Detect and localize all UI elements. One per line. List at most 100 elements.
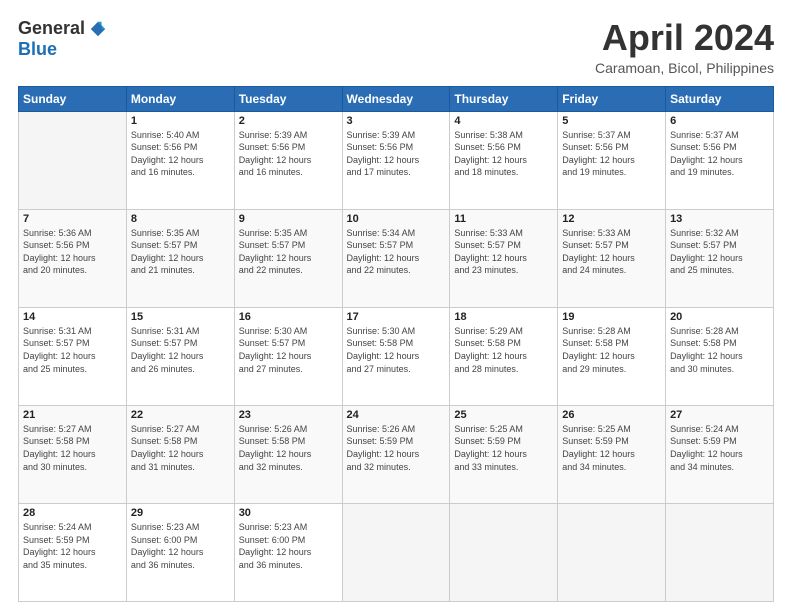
day-number: 17: [347, 311, 446, 323]
day-info: Sunrise: 5:32 AM Sunset: 5:57 PM Dayligh…: [670, 227, 769, 277]
day-number: 10: [347, 213, 446, 225]
day-number: 19: [562, 311, 661, 323]
day-info: Sunrise: 5:37 AM Sunset: 5:56 PM Dayligh…: [562, 129, 661, 179]
day-number: 25: [454, 409, 553, 421]
calendar-week-row: 28 Sunrise: 5:24 AM Sunset: 5:59 PM Dayli…: [19, 503, 774, 601]
day-info: Sunrise: 5:25 AM Sunset: 5:59 PM Dayligh…: [562, 423, 661, 473]
day-number: 16: [239, 311, 338, 323]
calendar-cell: 9 Sunrise: 5:35 AM Sunset: 5:57 PM Daylig…: [234, 209, 342, 307]
day-info: Sunrise: 5:27 AM Sunset: 5:58 PM Dayligh…: [131, 423, 230, 473]
logo-icon: [89, 20, 107, 38]
calendar-day-header: Wednesday: [342, 86, 450, 111]
day-info: Sunrise: 5:31 AM Sunset: 5:57 PM Dayligh…: [131, 325, 230, 375]
day-number: 29: [131, 507, 230, 519]
day-number: 4: [454, 115, 553, 127]
calendar-week-row: 7 Sunrise: 5:36 AM Sunset: 5:56 PM Daylig…: [19, 209, 774, 307]
day-info: Sunrise: 5:37 AM Sunset: 5:56 PM Dayligh…: [670, 129, 769, 179]
day-number: 30: [239, 507, 338, 519]
calendar-cell: 30 Sunrise: 5:23 AM Sunset: 6:00 PM Dayli…: [234, 503, 342, 601]
calendar-cell: 10 Sunrise: 5:34 AM Sunset: 5:57 PM Dayli…: [342, 209, 450, 307]
day-info: Sunrise: 5:28 AM Sunset: 5:58 PM Dayligh…: [670, 325, 769, 375]
day-info: Sunrise: 5:34 AM Sunset: 5:57 PM Dayligh…: [347, 227, 446, 277]
calendar-cell: 24 Sunrise: 5:26 AM Sunset: 5:59 PM Dayli…: [342, 405, 450, 503]
calendar-cell: 18Sunrise: 5:29 AM Sunset: 5:58 PM Dayli…: [450, 307, 558, 405]
calendar-cell: [342, 503, 450, 601]
day-info: Sunrise: 5:24 AM Sunset: 5:59 PM Dayligh…: [670, 423, 769, 473]
calendar-cell: 7 Sunrise: 5:36 AM Sunset: 5:56 PM Daylig…: [19, 209, 127, 307]
calendar-cell: 19 Sunrise: 5:28 AM Sunset: 5:58 PM Dayli…: [558, 307, 666, 405]
day-info: Sunrise: 5:23 AM Sunset: 6:00 PM Dayligh…: [239, 521, 338, 571]
day-info: Sunrise: 5:39 AM Sunset: 5:56 PM Dayligh…: [347, 129, 446, 179]
calendar-day-header: Monday: [126, 86, 234, 111]
day-info: Sunrise: 5:27 AM Sunset: 5:58 PM Dayligh…: [23, 423, 122, 473]
calendar-cell: 20Sunrise: 5:28 AM Sunset: 5:58 PM Dayli…: [666, 307, 774, 405]
day-number: 14: [23, 311, 122, 323]
day-info: Sunrise: 5:38 AM Sunset: 5:56 PM Dayligh…: [454, 129, 553, 179]
day-number: 18: [454, 311, 553, 323]
calendar-cell: 8 Sunrise: 5:35 AM Sunset: 5:57 PM Daylig…: [126, 209, 234, 307]
day-number: 9: [239, 213, 338, 225]
calendar-cell: 17Sunrise: 5:30 AM Sunset: 5:58 PM Dayli…: [342, 307, 450, 405]
location: Caramoan, Bicol, Philippines: [595, 60, 774, 76]
calendar-cell: 4 Sunrise: 5:38 AM Sunset: 5:56 PM Daylig…: [450, 111, 558, 209]
day-number: 1: [131, 115, 230, 127]
calendar-week-row: 14 Sunrise: 5:31 AM Sunset: 5:57 PM Dayli…: [19, 307, 774, 405]
day-info: Sunrise: 5:31 AM Sunset: 5:57 PM Dayligh…: [23, 325, 122, 375]
calendar-cell: 15Sunrise: 5:31 AM Sunset: 5:57 PM Dayli…: [126, 307, 234, 405]
day-info: Sunrise: 5:25 AM Sunset: 5:59 PM Dayligh…: [454, 423, 553, 473]
day-number: 26: [562, 409, 661, 421]
calendar-day-header: Friday: [558, 86, 666, 111]
day-info: Sunrise: 5:35 AM Sunset: 5:57 PM Dayligh…: [131, 227, 230, 277]
calendar-cell: 5 Sunrise: 5:37 AM Sunset: 5:56 PM Daylig…: [558, 111, 666, 209]
day-number: 11: [454, 213, 553, 225]
day-number: 13: [670, 213, 769, 225]
title-block: April 2024 Caramoan, Bicol, Philippines: [595, 18, 774, 76]
calendar-week-row: 21 Sunrise: 5:27 AM Sunset: 5:58 PM Dayli…: [19, 405, 774, 503]
day-number: 27: [670, 409, 769, 421]
page: General Blue April 2024 Caramoan, Bicol,…: [0, 0, 792, 612]
calendar-cell: 14 Sunrise: 5:31 AM Sunset: 5:57 PM Dayli…: [19, 307, 127, 405]
day-number: 3: [347, 115, 446, 127]
day-number: 21: [23, 409, 122, 421]
calendar-cell: 6 Sunrise: 5:37 AM Sunset: 5:56 PM Daylig…: [666, 111, 774, 209]
day-number: 24: [347, 409, 446, 421]
day-info: Sunrise: 5:26 AM Sunset: 5:58 PM Dayligh…: [239, 423, 338, 473]
day-number: 7: [23, 213, 122, 225]
calendar-day-header: Thursday: [450, 86, 558, 111]
day-info: Sunrise: 5:36 AM Sunset: 5:56 PM Dayligh…: [23, 227, 122, 277]
calendar-cell: 26 Sunrise: 5:25 AM Sunset: 5:59 PM Dayli…: [558, 405, 666, 503]
day-number: 22: [131, 409, 230, 421]
calendar-cell: 23Sunrise: 5:26 AM Sunset: 5:58 PM Dayli…: [234, 405, 342, 503]
day-info: Sunrise: 5:35 AM Sunset: 5:57 PM Dayligh…: [239, 227, 338, 277]
day-number: 6: [670, 115, 769, 127]
day-info: Sunrise: 5:33 AM Sunset: 5:57 PM Dayligh…: [562, 227, 661, 277]
calendar-cell: [450, 503, 558, 601]
day-info: Sunrise: 5:24 AM Sunset: 5:59 PM Dayligh…: [23, 521, 122, 571]
calendar-day-header: Sunday: [19, 86, 127, 111]
day-info: Sunrise: 5:33 AM Sunset: 5:57 PM Dayligh…: [454, 227, 553, 277]
calendar-cell: 27 Sunrise: 5:24 AM Sunset: 5:59 PM Dayli…: [666, 405, 774, 503]
logo-general-text: General: [18, 18, 85, 39]
day-number: 28: [23, 507, 122, 519]
calendar-day-header: Tuesday: [234, 86, 342, 111]
day-info: Sunrise: 5:28 AM Sunset: 5:58 PM Dayligh…: [562, 325, 661, 375]
calendar-cell: 29Sunrise: 5:23 AM Sunset: 6:00 PM Dayli…: [126, 503, 234, 601]
calendar-table: SundayMondayTuesdayWednesdayThursdayFrid…: [18, 86, 774, 602]
calendar-day-header: Saturday: [666, 86, 774, 111]
day-info: Sunrise: 5:30 AM Sunset: 5:57 PM Dayligh…: [239, 325, 338, 375]
calendar-week-row: 1Sunrise: 5:40 AM Sunset: 5:56 PM Daylig…: [19, 111, 774, 209]
day-number: 5: [562, 115, 661, 127]
calendar-cell: 28 Sunrise: 5:24 AM Sunset: 5:59 PM Dayli…: [19, 503, 127, 601]
calendar-cell: 3 Sunrise: 5:39 AM Sunset: 5:56 PM Daylig…: [342, 111, 450, 209]
calendar-cell: 25 Sunrise: 5:25 AM Sunset: 5:59 PM Dayli…: [450, 405, 558, 503]
day-info: Sunrise: 5:39 AM Sunset: 5:56 PM Dayligh…: [239, 129, 338, 179]
header: General Blue April 2024 Caramoan, Bicol,…: [18, 18, 774, 76]
calendar-header-row: SundayMondayTuesdayWednesdayThursdayFrid…: [19, 86, 774, 111]
calendar-cell: 1Sunrise: 5:40 AM Sunset: 5:56 PM Daylig…: [126, 111, 234, 209]
calendar-cell: 21 Sunrise: 5:27 AM Sunset: 5:58 PM Dayli…: [19, 405, 127, 503]
day-number: 8: [131, 213, 230, 225]
calendar-cell: [558, 503, 666, 601]
day-info: Sunrise: 5:26 AM Sunset: 5:59 PM Dayligh…: [347, 423, 446, 473]
day-number: 12: [562, 213, 661, 225]
calendar-cell: 13 Sunrise: 5:32 AM Sunset: 5:57 PM Dayli…: [666, 209, 774, 307]
